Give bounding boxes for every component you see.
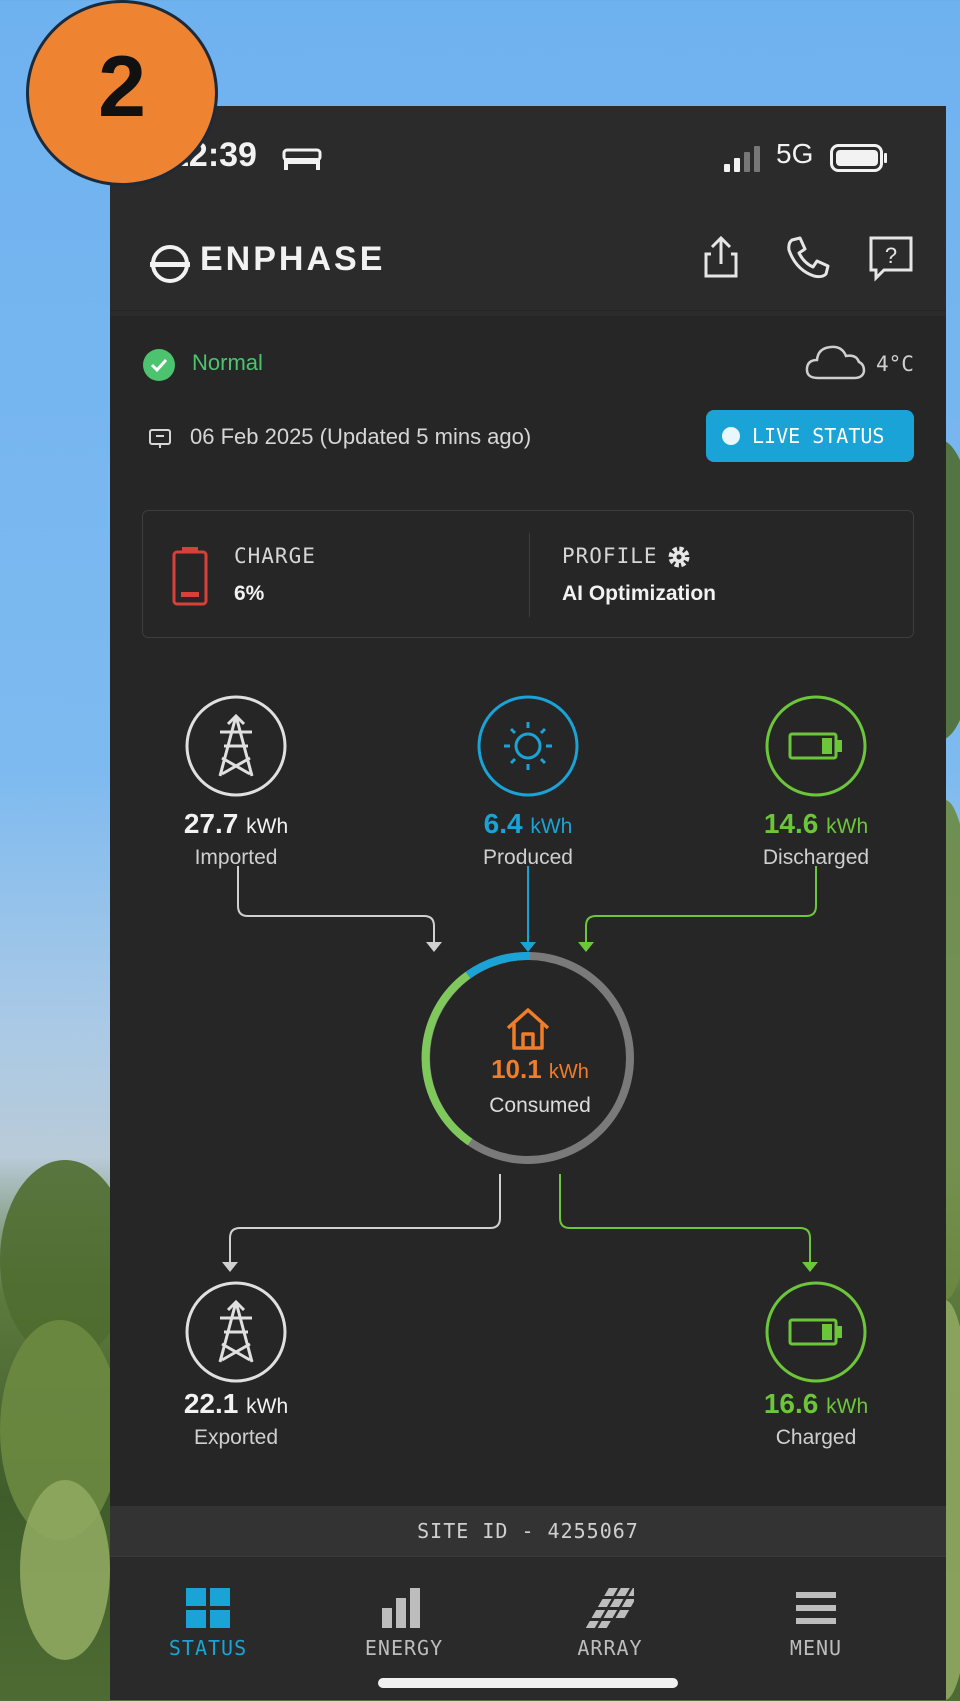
check-circle-icon: [143, 349, 175, 381]
imported-label: Imported: [194, 846, 278, 869]
site-id: SITE ID - 4255067: [110, 1506, 946, 1556]
charge-label: CHARGE: [234, 544, 316, 568]
exported-unit: kWh: [246, 1395, 289, 1418]
phone-screen: 12:39 5G ENPHASE ? Normal 4°C 06 Feb 202…: [110, 106, 946, 1700]
home-indicator[interactable]: [378, 1678, 678, 1688]
exported-number: 22.1: [183, 1388, 239, 1419]
profile-value[interactable]: AI Optimization: [562, 582, 716, 606]
battery-summary-card: [142, 510, 914, 638]
imported-unit: kWh: [246, 815, 289, 838]
system-status: Normal: [192, 350, 263, 375]
produced-label: Produced: [483, 846, 573, 869]
help-icon[interactable]: ?: [866, 232, 916, 282]
discharged-number: 14.6: [763, 808, 819, 839]
tab-energy[interactable]: ENERGY: [324, 1576, 484, 1676]
charged-label: Charged: [775, 1426, 857, 1449]
consumed-label: Consumed: [489, 1094, 591, 1117]
live-status-label: LIVE STATUS: [752, 424, 885, 448]
cloud-weather-icon: [805, 345, 866, 380]
gear-icon[interactable]: [666, 544, 692, 570]
profile-label: PROFILE: [562, 544, 658, 568]
tab-status-label: STATUS: [168, 1636, 248, 1660]
battery-charge-icon[interactable]: [764, 1280, 868, 1384]
sun-icon[interactable]: [476, 694, 580, 798]
live-status-button[interactable]: LIVE STATUS: [706, 410, 914, 462]
tab-array-label: ARRAY: [577, 1636, 643, 1660]
tab-status[interactable]: STATUS: [128, 1576, 288, 1676]
grid-tower-icon[interactable]: [184, 1280, 288, 1384]
exported-value: 22.1 kWh: [136, 1388, 336, 1420]
battery-level-icon: [830, 144, 887, 172]
consumed-number: 10.1: [491, 1054, 542, 1084]
phone-call-icon[interactable]: [782, 232, 832, 282]
battery-discharge-icon[interactable]: [764, 694, 868, 798]
low-battery-icon: [172, 547, 208, 606]
enphase-logo-icon: [150, 245, 190, 283]
sleep-focus-icon: [282, 148, 322, 170]
status-date: 06 Feb 2025 (Updated 5 mins ago): [190, 424, 532, 449]
charged-number: 16.6: [763, 1388, 819, 1419]
card-divider: [529, 533, 530, 617]
exported-label: Exported: [193, 1426, 279, 1449]
produced-unit: kWh: [530, 815, 573, 838]
imported-number: 27.7: [183, 808, 239, 839]
charged-value: 16.6 kWh: [716, 1388, 916, 1420]
discharged-value: 14.6 kWh: [716, 808, 916, 840]
app-brand: ENPHASE: [200, 240, 386, 278]
grid-icon: [186, 1588, 230, 1628]
tab-menu[interactable]: MENU: [736, 1576, 896, 1676]
discharged-label: Discharged: [762, 846, 870, 869]
consumed-value: 10.1 kWh: [440, 1054, 640, 1085]
network-type: 5G: [776, 138, 814, 169]
produced-value: 6.4 kWh: [428, 808, 628, 840]
tab-energy-label: ENERGY: [364, 1636, 444, 1660]
bar-chart-icon: [382, 1588, 420, 1628]
charge-value: 6%: [234, 582, 265, 605]
grid-tower-icon[interactable]: [184, 694, 288, 798]
tab-array[interactable]: ARRAY: [530, 1576, 690, 1676]
cellular-signal-icon: [724, 146, 760, 172]
calendar-icon: [149, 429, 171, 448]
charged-unit: kWh: [826, 1395, 869, 1418]
hamburger-menu-icon: [796, 1592, 836, 1624]
produced-number: 6.4: [483, 808, 523, 839]
discharged-unit: kWh: [826, 815, 869, 838]
solar-array-icon: [586, 1588, 634, 1628]
tree-foliage: [20, 1480, 110, 1660]
house-icon[interactable]: [504, 1006, 552, 1050]
imported-value: 27.7 kWh: [136, 808, 336, 840]
step-number-badge: 2: [26, 0, 218, 186]
svg-text:?: ?: [885, 243, 897, 268]
consumed-unit: kWh: [548, 1061, 589, 1083]
tab-menu-label: MENU: [789, 1636, 843, 1660]
share-icon[interactable]: [696, 232, 746, 282]
live-indicator-icon: [722, 427, 740, 445]
temperature: 4°C: [876, 352, 914, 376]
